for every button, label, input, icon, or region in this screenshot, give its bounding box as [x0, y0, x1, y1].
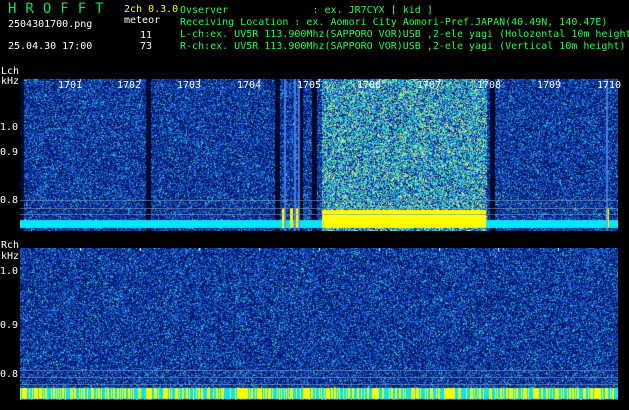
lch-unit-label: kHz	[1, 76, 20, 87]
lch-tick-0-8: 0.8	[0, 195, 19, 206]
rch-tick-0-9: 0.9	[0, 320, 19, 331]
rch-label: Rch	[1, 240, 20, 251]
rch-unit-label: kHz	[1, 251, 20, 262]
rch-gridline	[20, 384, 618, 385]
minute-label: 1709	[537, 80, 562, 91]
minute-label: 1707	[417, 80, 442, 91]
minute-label: 1704	[237, 80, 262, 91]
lch-tick-0-9: 0.9	[0, 147, 19, 158]
minute-label: 1705	[297, 80, 322, 91]
minute-label: 1703	[177, 80, 202, 91]
minute-label: 1710	[597, 80, 622, 91]
rch-tick-1-0: 1.0	[0, 266, 19, 277]
lch-info-line: L-ch:ex. UV5R 113.900Mhz(SAPPORO VOR)USB…	[180, 29, 629, 40]
lch-gridline	[20, 200, 618, 201]
minute-label: 1706	[357, 80, 382, 91]
filename-label: 2504301700.png	[8, 19, 93, 30]
lch-tick-1-0: 1.0	[0, 122, 19, 133]
meteor-count-lch: 11	[140, 30, 153, 41]
meteor-count-rch: 73	[140, 41, 153, 52]
version-label: 2ch 0.3.0	[124, 4, 179, 15]
minute-label: 1702	[117, 80, 142, 91]
app-logo: HROFFT	[8, 1, 113, 17]
lch-gridline	[20, 214, 618, 215]
rch-gridline	[20, 377, 618, 378]
lch-gridline	[20, 208, 618, 209]
datetime-label: 25.04.30 17:00	[8, 41, 93, 52]
meteor-label: meteor	[124, 15, 161, 26]
location-line: Receiving Location : ex. Aomori City Aom…	[180, 17, 608, 28]
rch-info-line: R-ch:ex. UV5R 113.900Mhz(SAPPORO VOR)USB…	[180, 41, 626, 52]
minute-label: 1708	[477, 80, 502, 91]
rch-tick-0-8: 0.8	[0, 369, 19, 380]
observer-line: Ovserver : ex. JR7CYX [ kid ]	[180, 5, 433, 16]
minute-label: 1701	[58, 80, 83, 91]
rch-gridline	[20, 370, 618, 371]
